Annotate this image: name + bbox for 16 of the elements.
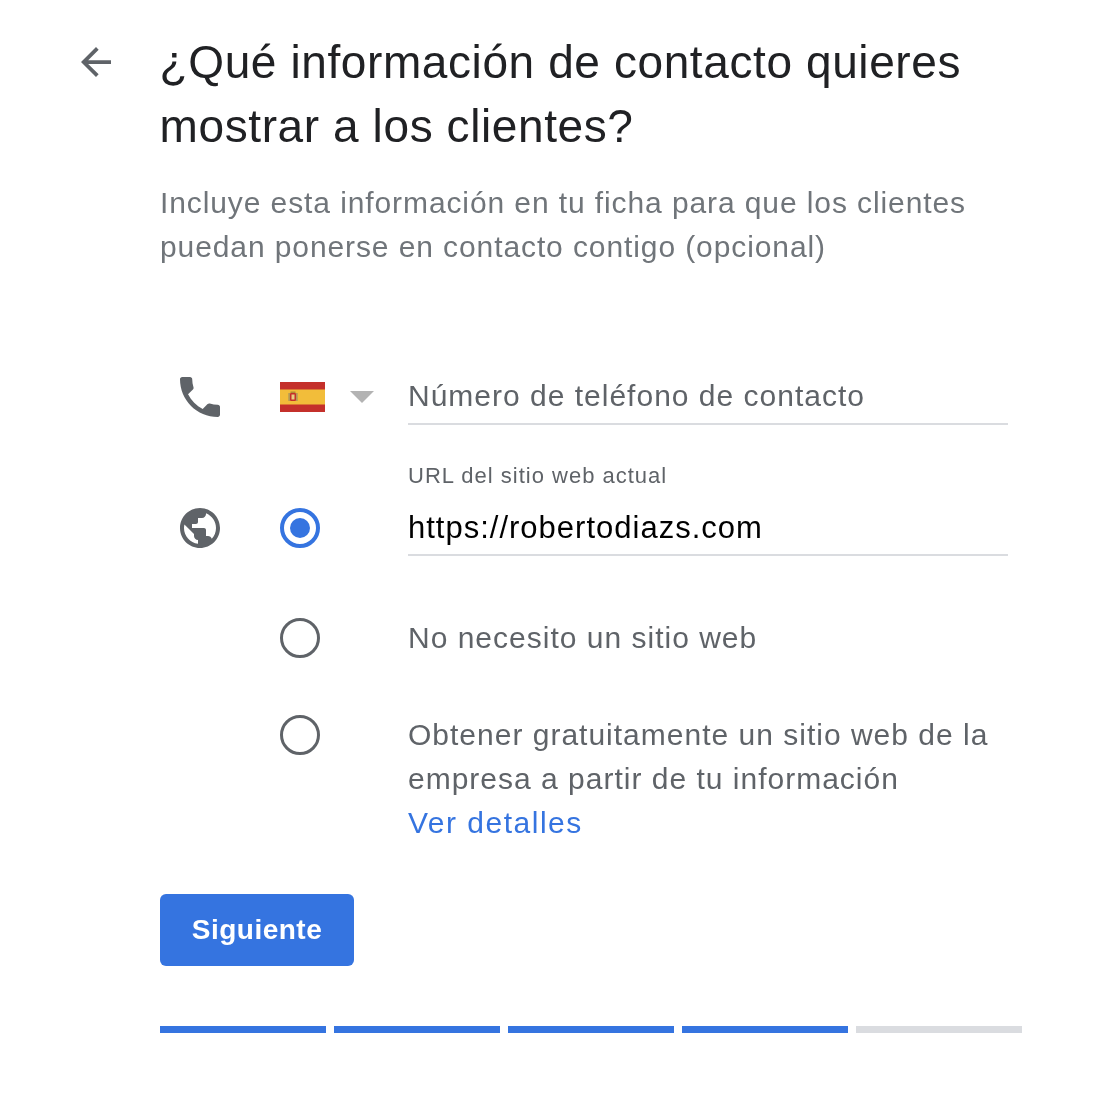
radio-button[interactable] bbox=[280, 715, 320, 755]
back-arrow-icon bbox=[80, 47, 111, 77]
description-text: Incluye esta información en tu ficha para que los clientes puedan ponerse en contacto contigo (opcional) bbox=[160, 185, 967, 265]
url-field[interactable]: https://robertodiazs.com bbox=[408, 490, 1008, 556]
option-label[interactable]: Obtener gratuitamente un sitio web de la empresa a partir de tu información bbox=[408, 713, 1008, 801]
phone-icon bbox=[180, 377, 220, 417]
next-button[interactable]: Siguiente bbox=[160, 894, 354, 966]
globe-icon bbox=[180, 508, 220, 548]
radio-button[interactable] bbox=[280, 508, 320, 548]
phone-field[interactable]: Número de teléfono de contacto bbox=[408, 369, 1008, 425]
flag-icon[interactable] bbox=[280, 382, 325, 412]
field-label: URL del sitio web actual bbox=[408, 462, 668, 490]
option-label[interactable]: No necesito un sitio web bbox=[408, 616, 1008, 660]
radio-button[interactable] bbox=[280, 618, 320, 658]
page-title: ¿Qué información de contacto quieres mostrar a los clientes? bbox=[159, 35, 963, 154]
details-link[interactable]: Ver detalles bbox=[408, 801, 583, 845]
